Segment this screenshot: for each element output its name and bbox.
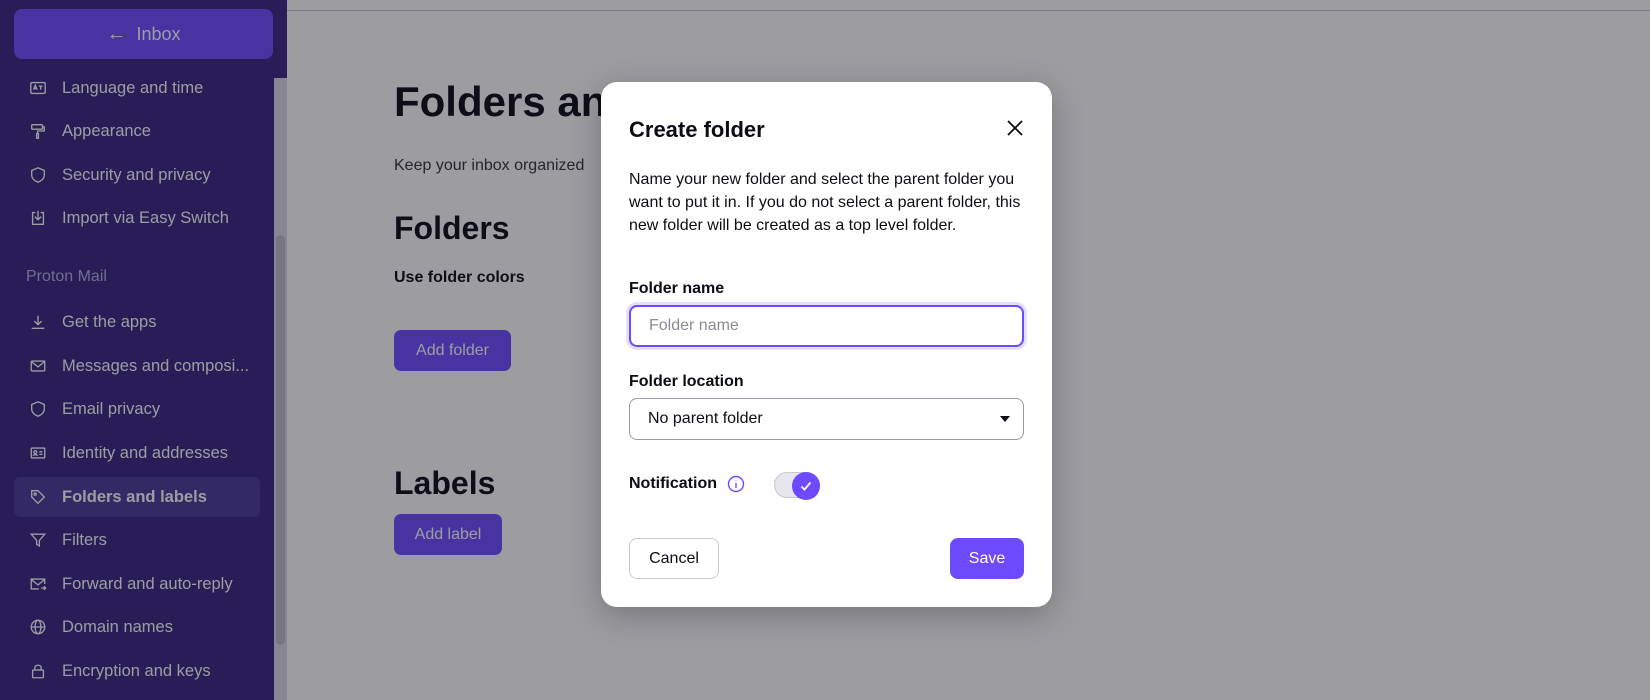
- modal-description: Name your new folder and select the pare…: [629, 171, 1021, 234]
- toggle-knob: [792, 472, 820, 500]
- close-modal-button[interactable]: [1003, 116, 1027, 140]
- folder-location-label: Folder location: [629, 373, 744, 390]
- checkmark-icon: [800, 481, 812, 491]
- notification-label: Notification: [629, 475, 717, 492]
- notification-toggle[interactable]: [774, 472, 820, 500]
- cancel-button[interactable]: Cancel: [629, 538, 719, 579]
- notification-row: Notification: [629, 475, 745, 493]
- folder-name-label: Folder name: [629, 280, 725, 297]
- folder-location-value: No parent folder: [648, 410, 763, 427]
- folder-name-input[interactable]: [629, 305, 1024, 347]
- close-icon: [1007, 120, 1023, 136]
- create-folder-modal: Create folder Name your new folder and s…: [601, 82, 1052, 607]
- save-button[interactable]: Save: [950, 538, 1024, 579]
- folder-location-select[interactable]: No parent folder: [629, 398, 1024, 440]
- info-icon[interactable]: [727, 475, 745, 493]
- caret-down-icon: [1000, 416, 1010, 422]
- modal-title: Create folder: [629, 117, 765, 142]
